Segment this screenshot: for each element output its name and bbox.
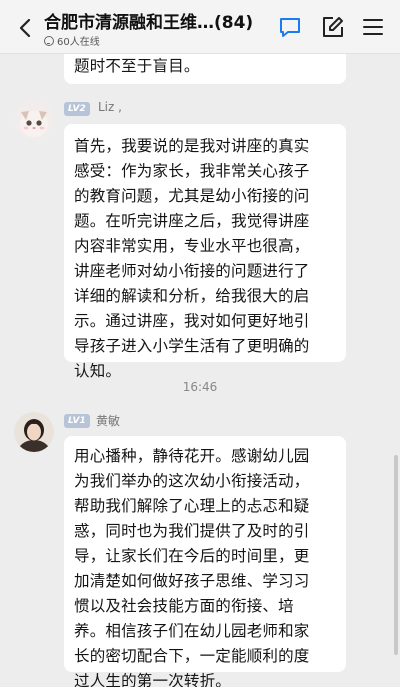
edit-icon (323, 17, 343, 37)
level-badge: LV1 (64, 414, 90, 428)
message-line: 题。在听完讲座之后，我觉得讲座 (74, 212, 310, 230)
message-line: 首先，我要说的是我对讲座的真实 (74, 137, 310, 155)
back-button[interactable] (14, 14, 36, 42)
chat-header: 合肥市清源融和王维…(84) 60人在线 (0, 0, 400, 54)
message-line: 惑，同时也为我们提供了及时的引 (74, 522, 310, 540)
sender-name: 黄敏 (96, 414, 121, 428)
group-title: 合肥市清源融和王维…(84) (44, 13, 254, 33)
edit-button[interactable] (320, 14, 346, 40)
chat-button[interactable] (277, 14, 303, 40)
message-line: 养。相信孩子们在幼儿园老师和家 (74, 622, 310, 640)
message-line: 过人生的第一次转折。 (74, 672, 232, 687)
message-line: 内容非常实用，专业水平也很高， (74, 237, 310, 255)
message-line: 的教育问题，尤其是幼小衔接的问 (74, 187, 310, 205)
online-count-text: 60人在线 (57, 37, 100, 48)
message-line: 示。通过讲座，我对如何更好地引 (74, 312, 310, 330)
message-line: 讲座老师对幼小衔接的问题进行了 (74, 262, 310, 280)
avatar-cat-image (14, 100, 54, 140)
message-bubble[interactable]: 首先，我要说的是我对讲座的真实 感受：作为家长，我非常关心孩子 的教育问题，尤其… (64, 124, 346, 380)
avatar-person-image (14, 412, 54, 452)
message-bubble[interactable]: 用心播种，静待花开。感谢幼儿园 为我们举办的这次幼小衔接活动， 帮助我们解除了心… (64, 436, 346, 687)
message-line: 题时不至于盲目。 (74, 57, 200, 75)
message-line: 为我们举办的这次幼小衔接活动， (74, 472, 310, 490)
message-line: 加清楚如何做好孩子思维、学习习 (74, 572, 310, 590)
message-line: 导，让家长们在今后的时间里，更 (74, 547, 310, 565)
scrollbar[interactable] (394, 455, 398, 655)
online-status-icon (44, 35, 54, 46)
chevron-left-icon (19, 18, 31, 38)
message-line: 详细的解读和分析，给我很大的启 (74, 287, 310, 305)
message-line: 长的密切配合下，一定能顺利的度 (74, 647, 310, 665)
avatar[interactable] (14, 412, 54, 452)
message-line: 感受：作为家长，我非常关心孩子 (74, 162, 310, 180)
avatar[interactable] (14, 100, 54, 140)
menu-button[interactable] (360, 14, 386, 40)
message-line: 帮助我们解除了心理上的忐忑和疑 (74, 497, 310, 515)
chat-bubble-icon (280, 18, 300, 37)
message-line: 导孩子进入小学生活有了更明确的 (74, 337, 310, 355)
sender-name: Liz , (98, 100, 122, 114)
message-line: 惯以及社会技能方面的衔接、培 (74, 597, 294, 615)
message-line: 用心播种，静待花开。感谢幼儿园 (74, 447, 310, 465)
message-timestamp: 16:46 (182, 380, 218, 394)
menu-icon (363, 19, 383, 35)
online-count: 60人在线 (44, 33, 100, 48)
level-badge: LV2 (64, 102, 90, 116)
